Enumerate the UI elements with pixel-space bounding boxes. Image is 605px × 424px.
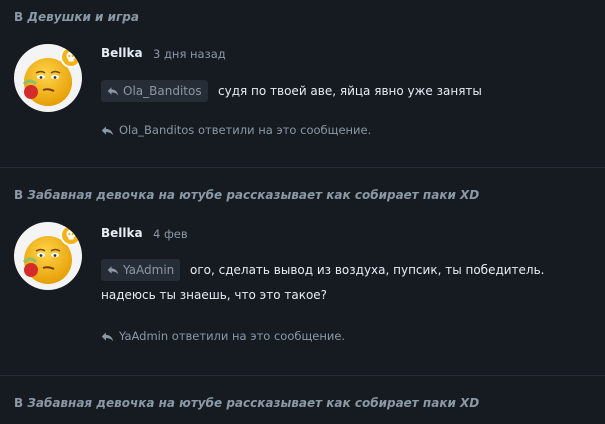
sick-face-emoji-icon: [22, 224, 82, 284]
reply-icon: [107, 266, 119, 275]
mention-username: Ola_Banditos: [123, 84, 202, 98]
reply-notice[interactable]: Ola_Banditos ответили на это сообщение.: [101, 123, 371, 137]
divider: [0, 167, 605, 168]
topic-prefix: В: [14, 396, 28, 410]
post-time[interactable]: 3 дня назад: [153, 47, 226, 61]
topic-prefix: В: [14, 188, 28, 202]
reply-notice-text: Ola_Banditos ответили на это сообщение.: [119, 123, 372, 137]
message-text: надеюсь ты знаешь, что это такое?: [101, 288, 328, 302]
reply-icon: [107, 87, 119, 96]
divider: [0, 375, 605, 376]
reply-mention[interactable]: Ola_Banditos: [101, 80, 208, 102]
topic-link[interactable]: Забавная девочка на ютубе рассказывает к…: [27, 396, 479, 410]
message-text: судя по твоей аве, яйца явно уже заняты: [218, 84, 482, 98]
avatar[interactable]: [14, 44, 82, 112]
mention-username: YaAdmin: [123, 263, 175, 277]
post-topic[interactable]: В Девушки и игра: [14, 10, 139, 24]
topic-prefix: В: [14, 10, 28, 24]
author-name[interactable]: Bellka: [101, 46, 143, 60]
reply-notice[interactable]: YaAdmin ответили на это сообщение.: [101, 329, 345, 343]
topic-link[interactable]: Забавная девочка на ютубе рассказывает к…: [27, 188, 479, 202]
message-text: ого, сделать вывод из воздуха, пупсик, т…: [190, 263, 545, 277]
reply-icon: [101, 125, 114, 135]
post-time[interactable]: 4 фев: [153, 227, 188, 241]
post-topic[interactable]: В Забавная девочка на ютубе рассказывает…: [14, 396, 479, 410]
reply-mention[interactable]: YaAdmin: [101, 259, 181, 281]
post-topic[interactable]: В Забавная девочка на ютубе рассказывает…: [14, 188, 479, 202]
author-name[interactable]: Bellka: [101, 226, 143, 240]
avatar[interactable]: [14, 222, 82, 290]
reply-icon: [101, 331, 114, 341]
topic-link[interactable]: Девушки и игра: [27, 10, 139, 24]
reply-notice-text: YaAdmin ответили на это сообщение.: [119, 329, 346, 343]
sick-face-emoji-icon: [22, 46, 82, 106]
